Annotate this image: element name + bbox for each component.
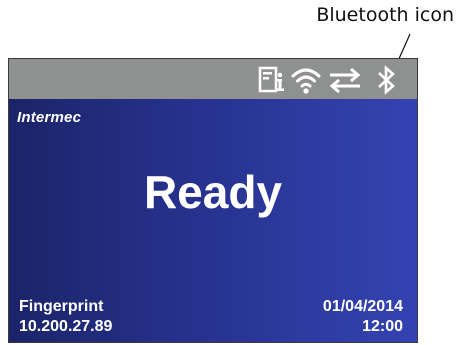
printer-display: Intermec Ready Fingerprint 10.200.27.89 … [8,58,418,343]
info-icon [258,66,284,93]
time: 12:00 [362,318,403,335]
home-screen: Intermec Ready Fingerprint 10.200.27.89 … [9,99,417,342]
app-name: Fingerprint [19,298,104,315]
printer-status: Ready [143,166,283,218]
network-transfer-icon [329,67,361,94]
date: 01/04/2014 [322,298,403,315]
brand-logo: Intermec [17,109,82,126]
bluetooth-icon [378,65,395,95]
ip-address: 10.200.27.89 [19,318,113,335]
wifi-icon [291,68,321,94]
status-bar [9,59,417,99]
